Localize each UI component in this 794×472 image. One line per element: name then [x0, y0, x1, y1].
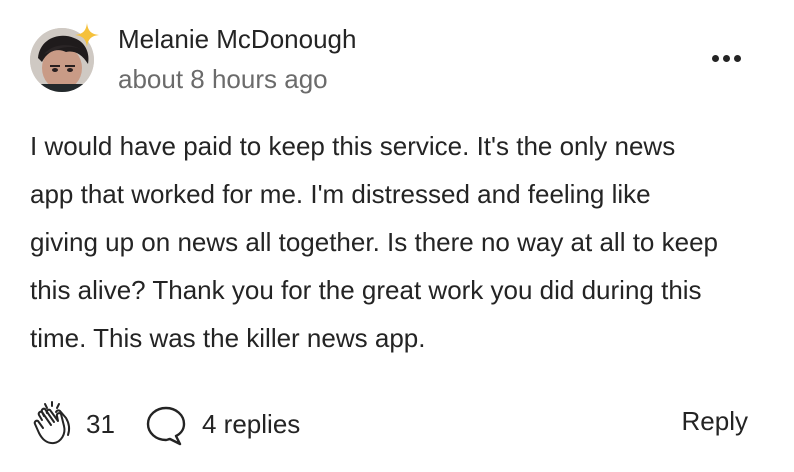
comment-timestamp: about 8 hours ago — [118, 64, 328, 94]
show-replies-button[interactable] — [144, 405, 188, 447]
replies-count[interactable]: 4 replies — [202, 409, 300, 440]
comment-body-line: I would have paid to keep this service. … — [30, 131, 676, 161]
more-options-button[interactable] — [706, 44, 746, 72]
comment-card: Melanie McDonough about 8 hours ago I wo… — [0, 0, 794, 472]
comment-body-line: app that worked for me. I'm distressed a… — [30, 179, 651, 209]
more-options-icon — [711, 54, 719, 62]
comment-body-line: this alive? Thank you for the great work… — [30, 275, 702, 305]
speech-bubble-icon — [146, 406, 186, 446]
author-avatar-group[interactable] — [30, 22, 100, 92]
sparkle-star-icon — [74, 22, 100, 48]
comment-body-line: time. This was the killer news app. — [30, 323, 426, 353]
more-options-icon — [722, 54, 730, 62]
more-options-icon — [733, 54, 741, 62]
clap-button[interactable] — [30, 400, 78, 448]
clap-count: 31 — [86, 409, 115, 439]
clap-icon — [33, 401, 71, 445]
reply-button[interactable]: Reply — [682, 406, 748, 437]
comment-body-line: giving up on news all together. Is there… — [30, 227, 718, 257]
comment-body: I would have paid to keep this service. … — [30, 122, 770, 362]
author-name[interactable]: Melanie McDonough — [118, 24, 356, 55]
comment-actions: 31 4 replies Reply — [30, 400, 764, 450]
